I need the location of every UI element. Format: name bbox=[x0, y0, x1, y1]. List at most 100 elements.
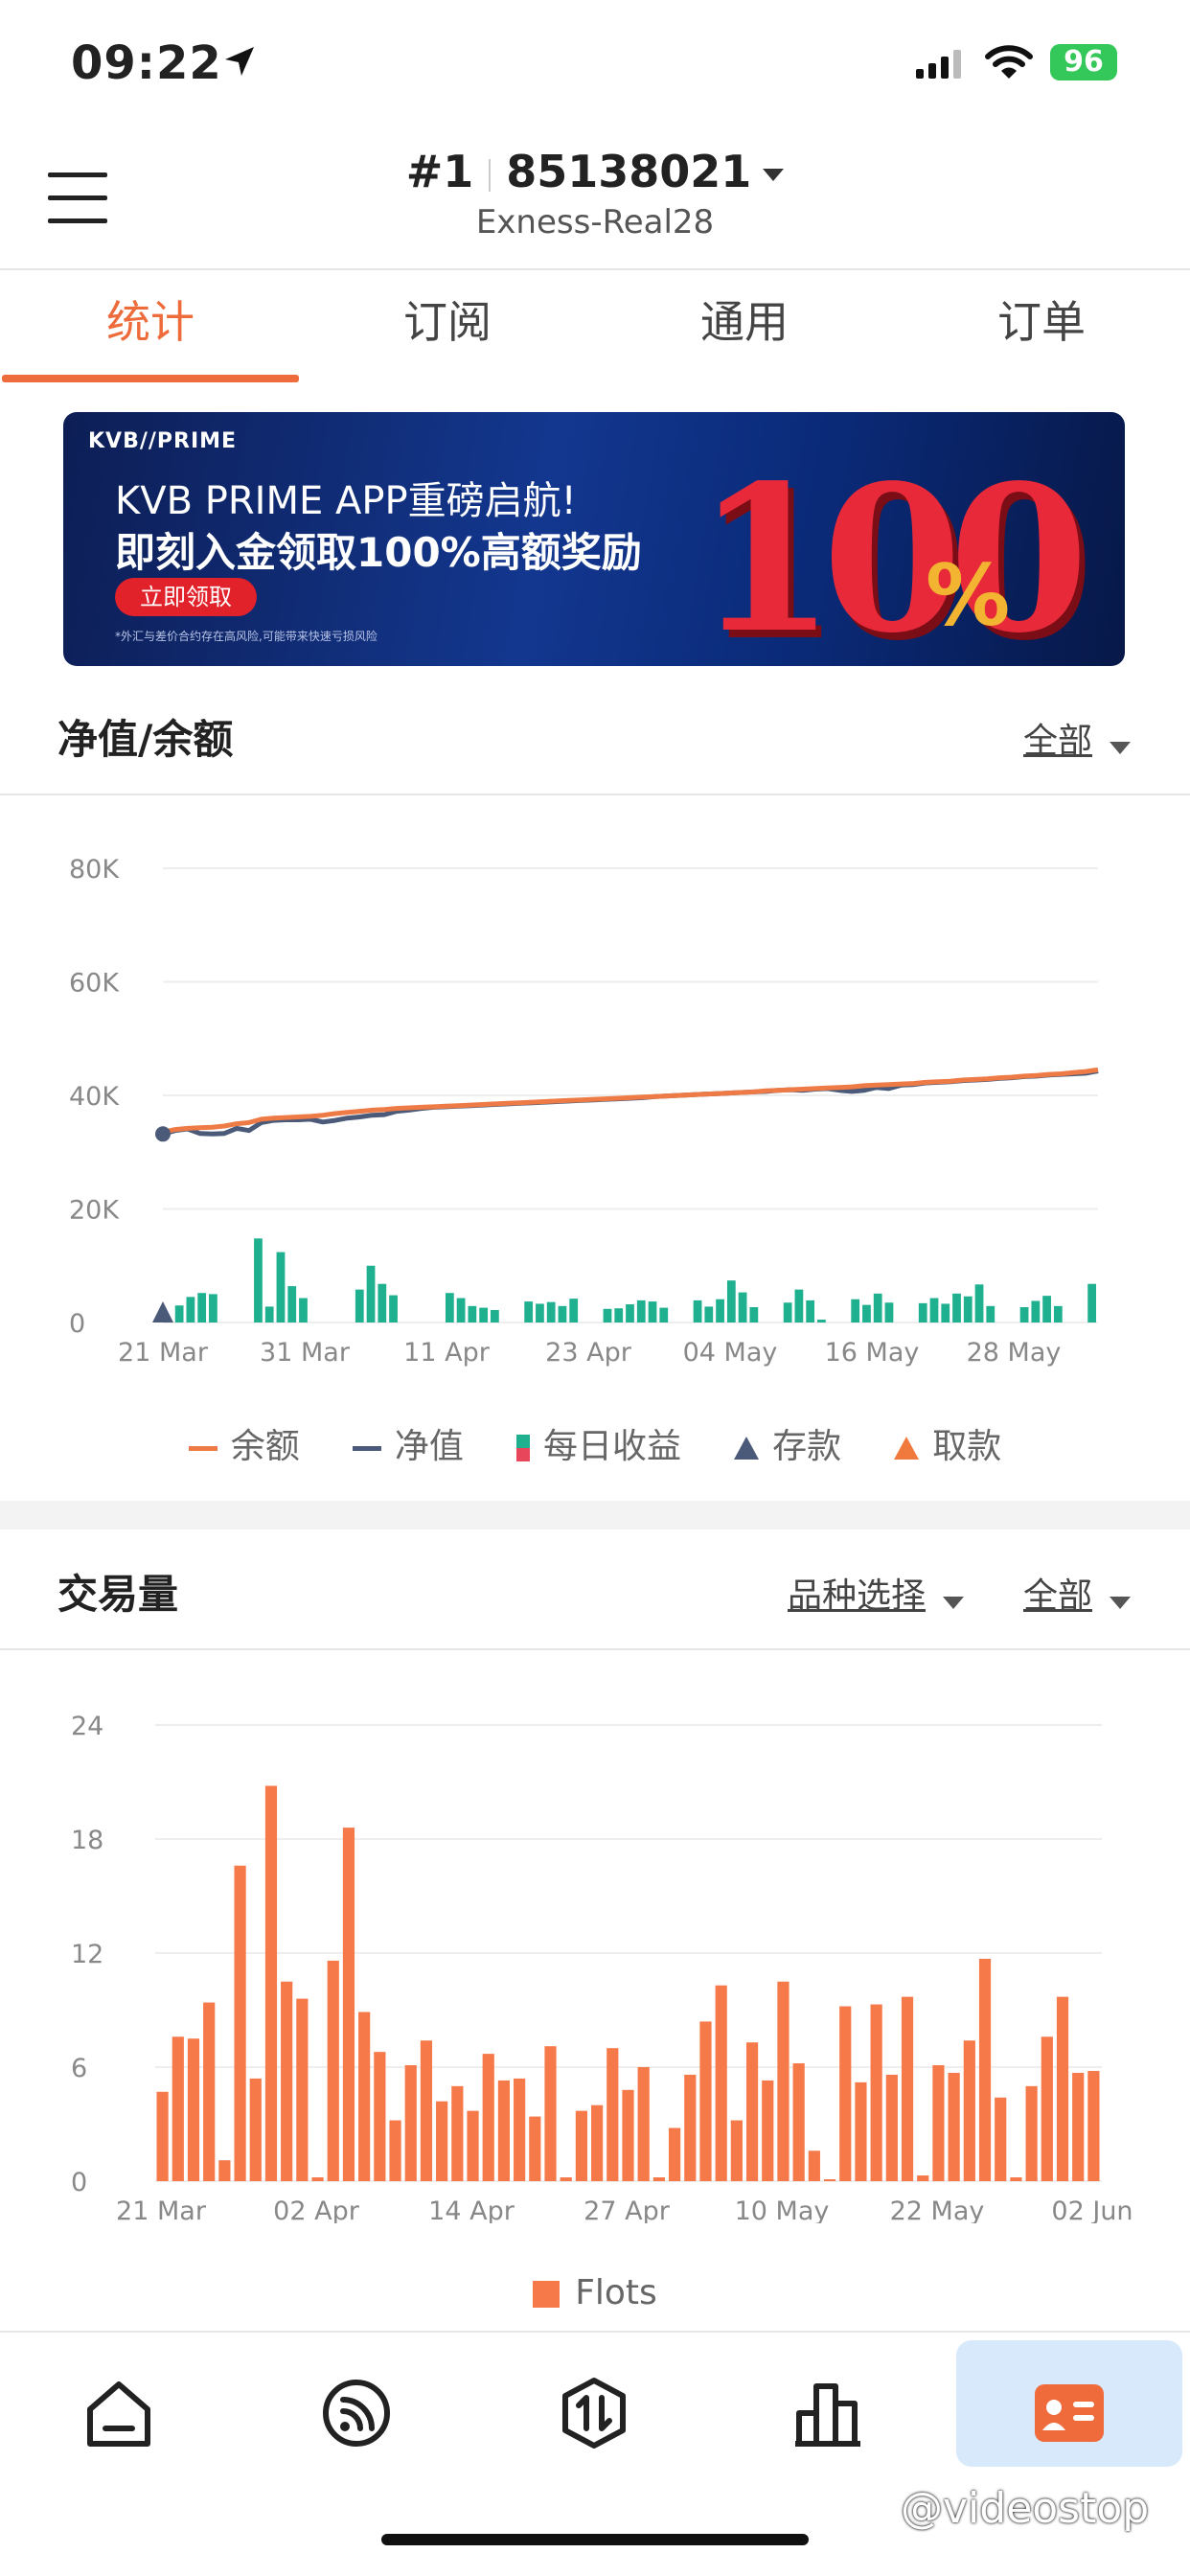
daily-profit-bar bbox=[952, 1293, 961, 1322]
tab-subscribe[interactable]: 订阅 bbox=[299, 288, 596, 351]
x-tick-label: 21 Mar bbox=[118, 1338, 209, 1368]
y-tick-label: 24 bbox=[71, 1712, 103, 1741]
daily-profit-bar bbox=[378, 1283, 387, 1322]
y-tick-label: 40K bbox=[69, 1082, 120, 1112]
x-tick-label: 04 May bbox=[683, 1338, 778, 1368]
equity-start-point bbox=[155, 1126, 171, 1142]
y-tick-label: 60K bbox=[69, 969, 120, 999]
balance-line bbox=[162, 1067, 1099, 1135]
cellular-signal-icon bbox=[916, 50, 961, 79]
daily-profit-bar bbox=[1042, 1296, 1051, 1322]
daily-profit-bar bbox=[536, 1303, 544, 1322]
x-tick-label: 22 May bbox=[890, 2196, 985, 2223]
legend-item-balance[interactable]: 余额 bbox=[188, 1427, 300, 1466]
daily-profit-bar bbox=[558, 1305, 567, 1322]
daily-profit-bar bbox=[614, 1308, 624, 1322]
volume-bar bbox=[544, 2046, 557, 2181]
legend-item-deposit[interactable]: 存款 bbox=[734, 1427, 841, 1466]
legend-label: 余额 bbox=[230, 1427, 300, 1466]
banner-risk-note: *外汇与差价合约存在高风险,可能带来快速亏损风险 bbox=[115, 630, 378, 643]
volume-bar bbox=[1056, 1996, 1069, 2181]
daily-profit-bar bbox=[738, 1292, 747, 1322]
promo-banner[interactable]: KVB//PRIME KVB PRIME APP重磅启航! 即刻入金领取100%… bbox=[63, 412, 1125, 666]
volume-bar bbox=[995, 2097, 1007, 2181]
volume-bar bbox=[870, 2004, 882, 2181]
volume-bar bbox=[234, 1865, 246, 2181]
equity-chart-legend: 余额 净值 每日收益 存款 取款 bbox=[0, 1418, 1190, 1468]
volume-bar bbox=[978, 1958, 992, 2181]
wifi-icon bbox=[985, 45, 1033, 79]
legend-label: 每日收益 bbox=[542, 1427, 681, 1466]
trade-icon[interactable] bbox=[556, 2375, 632, 2451]
daily-profit-bar bbox=[366, 1265, 376, 1322]
y-tick-label: 20K bbox=[69, 1196, 120, 1226]
daily-profit-bar bbox=[254, 1238, 263, 1322]
ranking-icon[interactable] bbox=[791, 2375, 868, 2451]
daily-profit-bar bbox=[1019, 1307, 1029, 1322]
x-tick-label: 10 May bbox=[735, 2196, 830, 2223]
x-tick-label: 27 Apr bbox=[584, 2196, 671, 2223]
chevron-down-icon bbox=[763, 169, 785, 181]
volume-section-title: 交易量 bbox=[57, 1571, 179, 1618]
daily-profit-bar bbox=[1087, 1283, 1096, 1322]
battery-level: 96 bbox=[1064, 45, 1104, 79]
volume-bar bbox=[482, 2054, 494, 2181]
volume-bar bbox=[839, 2006, 852, 2181]
banner-cta-button[interactable]: 立即领取 bbox=[115, 578, 257, 616]
chevron-down-icon bbox=[943, 1597, 965, 1609]
volume-bar bbox=[296, 1998, 309, 2181]
volume-bar bbox=[622, 2089, 634, 2181]
volume-chart: 0 6 12 18 24 21 Mar 02 Apr 14 Apr 27 Apr 10 May 22… bbox=[71, 1712, 1133, 2223]
legend-item-equity[interactable]: 净值 bbox=[352, 1427, 464, 1466]
volume-bar bbox=[591, 2104, 604, 2181]
header-divider bbox=[0, 268, 1190, 270]
volume-bar bbox=[420, 2040, 433, 2181]
legend-item-withdrawal[interactable]: 取款 bbox=[894, 1427, 1001, 1466]
daily-profit-bar bbox=[974, 1284, 984, 1322]
volume-bar bbox=[745, 2042, 759, 2181]
banner-subheadline: 即刻入金领取100%高额奖励 bbox=[115, 529, 642, 576]
x-tick-label: 31 Mar bbox=[260, 1338, 351, 1368]
daily-profit-bar bbox=[636, 1300, 646, 1322]
volume-bar bbox=[885, 2074, 898, 2181]
account-number: 85138021 bbox=[506, 146, 752, 197]
section-divider bbox=[0, 1648, 1190, 1650]
volume-bar bbox=[1025, 2085, 1038, 2181]
home-icon[interactable] bbox=[80, 2375, 157, 2451]
volume-bar bbox=[792, 2063, 805, 2181]
daily-profit-bar bbox=[456, 1298, 466, 1322]
volume-bar bbox=[606, 2048, 619, 2181]
daily-profit-bar bbox=[986, 1305, 995, 1322]
tab-orders[interactable]: 订单 bbox=[893, 288, 1190, 351]
daily-profit-bar bbox=[276, 1252, 286, 1322]
volume-bar bbox=[668, 2128, 681, 2181]
watermark: @videostop bbox=[901, 2484, 1150, 2533]
banner-big-number: 100 bbox=[696, 441, 1088, 666]
legend-item-daily-profit[interactable]: 每日收益 bbox=[515, 1427, 681, 1466]
x-tick-label: 02 Apr bbox=[273, 2196, 360, 2223]
daily-profit-bar bbox=[918, 1302, 927, 1322]
account-selector[interactable]: #1 85138021 bbox=[0, 146, 1190, 197]
legend-item-flots[interactable]: Flots bbox=[533, 2273, 657, 2312]
banner-brand-logo: KVB//PRIME bbox=[88, 429, 238, 453]
daily-profit-bar bbox=[726, 1280, 736, 1322]
y-tick-label: 6 bbox=[71, 2054, 87, 2083]
chevron-down-icon bbox=[1110, 742, 1132, 754]
volume-range-label: 全部 bbox=[1023, 1576, 1093, 1616]
nav-divider bbox=[0, 2331, 1190, 2333]
equity-range-filter[interactable]: 全部 bbox=[1023, 713, 1132, 763]
volume-bar bbox=[917, 2175, 929, 2181]
volume-range-filter[interactable]: 全部 bbox=[1023, 1568, 1132, 1618]
signal-feed-icon[interactable] bbox=[318, 2375, 395, 2451]
symbol-filter[interactable]: 品种选择 bbox=[788, 1568, 965, 1618]
daily-profit-bar bbox=[716, 1299, 724, 1322]
daily-profit-bar bbox=[693, 1300, 702, 1322]
tab-stats[interactable]: 统计 bbox=[2, 288, 299, 351]
volume-bar bbox=[855, 2082, 867, 2181]
equity-balance-chart: 0 20K 40K 60K 80K 21 Mar 31 Mar 11 Apr 23 Apr 04 … bbox=[69, 855, 1099, 1368]
equity-range-label: 全部 bbox=[1023, 722, 1093, 761]
tab-general[interactable]: 通用 bbox=[596, 288, 893, 351]
profile-card-icon[interactable] bbox=[1031, 2375, 1108, 2451]
daily-profit-bar bbox=[659, 1307, 669, 1322]
daily-profit-bar bbox=[862, 1304, 871, 1322]
